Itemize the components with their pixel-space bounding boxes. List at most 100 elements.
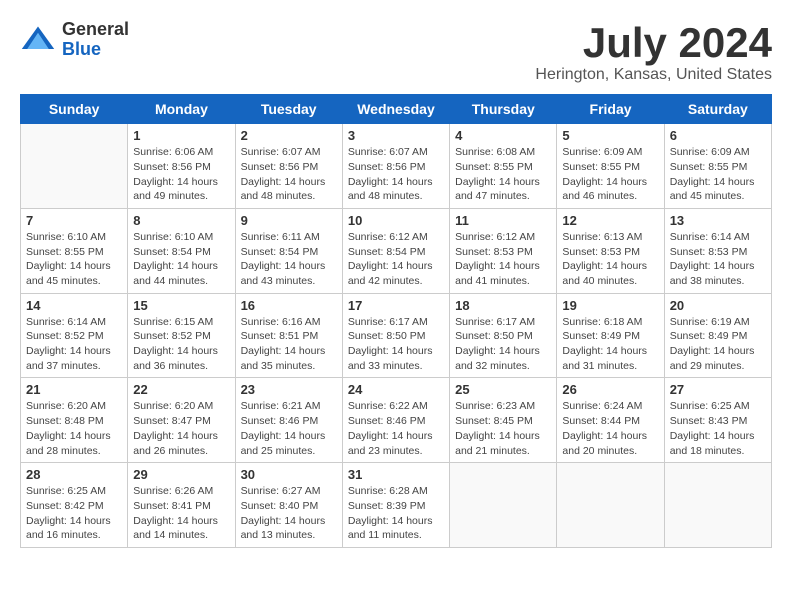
weekday-header-sunday: Sunday <box>21 95 128 124</box>
cell-info: Sunrise: 6:10 AMSunset: 8:55 PMDaylight:… <box>26 230 122 289</box>
cell-info: Sunrise: 6:22 AMSunset: 8:46 PMDaylight:… <box>348 399 444 458</box>
calendar-cell: 9Sunrise: 6:11 AMSunset: 8:54 PMDaylight… <box>235 208 342 293</box>
calendar-cell: 26 Sunrise: 6:24 AMSunset: 8:44 PMDayligh… <box>557 378 664 463</box>
calendar-cell: 11 Sunrise: 6:12 AMSunset: 8:53 PMDayligh… <box>450 208 557 293</box>
cell-info: Sunrise: 6:13 AMSunset: 8:53 PMDaylight:… <box>562 230 658 289</box>
weekday-header-tuesday: Tuesday <box>235 95 342 124</box>
calendar-cell: 7 Sunrise: 6:10 AMSunset: 8:55 PMDaylight… <box>21 208 128 293</box>
calendar-cell: 30 Sunrise: 6:27 AMSunset: 8:40 PMDayligh… <box>235 463 342 548</box>
cell-info: Sunrise: 6:18 AMSunset: 8:49 PMDaylight:… <box>562 315 658 374</box>
calendar-cell: 27 Sunrise: 6:25 AMSunset: 8:43 PMDayligh… <box>664 378 771 463</box>
day-number: 26 <box>562 382 658 397</box>
week-row-4: 21 Sunrise: 6:20 AMSunset: 8:48 PMDayligh… <box>21 378 772 463</box>
cell-info: Sunrise: 6:25 AMSunset: 8:42 PMDaylight:… <box>26 484 122 543</box>
main-title: July 2024 <box>535 20 772 66</box>
day-number: 16 <box>241 298 337 313</box>
cell-info: Sunrise: 6:19 AMSunset: 8:49 PMDaylight:… <box>670 315 766 374</box>
day-number: 11 <box>455 213 551 228</box>
cell-info: Sunrise: 6:27 AMSunset: 8:40 PMDaylight:… <box>241 484 337 543</box>
calendar-cell: 28 Sunrise: 6:25 AMSunset: 8:42 PMDayligh… <box>21 463 128 548</box>
cell-info: Sunrise: 6:25 AMSunset: 8:43 PMDaylight:… <box>670 399 766 458</box>
logo-text: General Blue <box>62 20 129 60</box>
day-number: 10 <box>348 213 444 228</box>
cell-info: Sunrise: 6:11 AMSunset: 8:54 PMDaylight:… <box>241 230 337 289</box>
calendar-cell: 21 Sunrise: 6:20 AMSunset: 8:48 PMDayligh… <box>21 378 128 463</box>
cell-info: Sunrise: 6:07 AMSunset: 8:56 PMDaylight:… <box>241 145 337 204</box>
day-number: 27 <box>670 382 766 397</box>
day-number: 22 <box>133 382 229 397</box>
calendar-cell <box>450 463 557 548</box>
calendar-cell: 2 Sunrise: 6:07 AMSunset: 8:56 PMDaylight… <box>235 124 342 209</box>
header: General Blue July 2024 Herington, Kansas… <box>20 20 772 84</box>
day-number: 8 <box>133 213 229 228</box>
day-number: 23 <box>241 382 337 397</box>
cell-info: Sunrise: 6:07 AMSunset: 8:56 PMDaylight:… <box>348 145 444 204</box>
cell-info: Sunrise: 6:17 AMSunset: 8:50 PMDaylight:… <box>348 315 444 374</box>
cell-info: Sunrise: 6:12 AMSunset: 8:54 PMDaylight:… <box>348 230 444 289</box>
day-number: 5 <box>562 128 658 143</box>
day-number: 20 <box>670 298 766 313</box>
day-number: 25 <box>455 382 551 397</box>
cell-info: Sunrise: 6:09 AMSunset: 8:55 PMDaylight:… <box>670 145 766 204</box>
day-number: 21 <box>26 382 122 397</box>
day-number: 7 <box>26 213 122 228</box>
cell-info: Sunrise: 6:12 AMSunset: 8:53 PMDaylight:… <box>455 230 551 289</box>
calendar-cell: 12 Sunrise: 6:13 AMSunset: 8:53 PMDayligh… <box>557 208 664 293</box>
logo: General Blue <box>20 20 129 60</box>
weekday-header-wednesday: Wednesday <box>342 95 449 124</box>
day-number: 2 <box>241 128 337 143</box>
week-row-3: 14Sunrise: 6:14 AMSunset: 8:52 PMDayligh… <box>21 293 772 378</box>
cell-info: Sunrise: 6:10 AMSunset: 8:54 PMDaylight:… <box>133 230 229 289</box>
cell-info: Sunrise: 6:20 AMSunset: 8:48 PMDaylight:… <box>26 399 122 458</box>
calendar-cell: 1 Sunrise: 6:06 AMSunset: 8:56 PMDaylight… <box>128 124 235 209</box>
weekday-header-monday: Monday <box>128 95 235 124</box>
calendar-cell: 18Sunrise: 6:17 AMSunset: 8:50 PMDayligh… <box>450 293 557 378</box>
calendar-cell: 24Sunrise: 6:22 AMSunset: 8:46 PMDayligh… <box>342 378 449 463</box>
cell-info: Sunrise: 6:09 AMSunset: 8:55 PMDaylight:… <box>562 145 658 204</box>
logo-blue: Blue <box>62 40 129 60</box>
day-number: 12 <box>562 213 658 228</box>
cell-info: Sunrise: 6:08 AMSunset: 8:55 PMDaylight:… <box>455 145 551 204</box>
calendar-cell: 22 Sunrise: 6:20 AMSunset: 8:47 PMDayligh… <box>128 378 235 463</box>
day-number: 18 <box>455 298 551 313</box>
day-number: 29 <box>133 467 229 482</box>
calendar-cell: 19 Sunrise: 6:18 AMSunset: 8:49 PMDayligh… <box>557 293 664 378</box>
weekday-header-row: SundayMondayTuesdayWednesdayThursdayFrid… <box>21 95 772 124</box>
calendar-cell: 29 Sunrise: 6:26 AMSunset: 8:41 PMDayligh… <box>128 463 235 548</box>
day-number: 14 <box>26 298 122 313</box>
cell-info: Sunrise: 6:26 AMSunset: 8:41 PMDaylight:… <box>133 484 229 543</box>
day-number: 1 <box>133 128 229 143</box>
calendar-cell: 6Sunrise: 6:09 AMSunset: 8:55 PMDaylight… <box>664 124 771 209</box>
calendar-cell: 31Sunrise: 6:28 AMSunset: 8:39 PMDayligh… <box>342 463 449 548</box>
cell-info: Sunrise: 6:21 AMSunset: 8:46 PMDaylight:… <box>241 399 337 458</box>
calendar-cell: 8 Sunrise: 6:10 AMSunset: 8:54 PMDaylight… <box>128 208 235 293</box>
cell-info: Sunrise: 6:20 AMSunset: 8:47 PMDaylight:… <box>133 399 229 458</box>
calendar-cell: 4 Sunrise: 6:08 AMSunset: 8:55 PMDaylight… <box>450 124 557 209</box>
cell-info: Sunrise: 6:23 AMSunset: 8:45 PMDaylight:… <box>455 399 551 458</box>
calendar-cell: 10 Sunrise: 6:12 AMSunset: 8:54 PMDayligh… <box>342 208 449 293</box>
day-number: 15 <box>133 298 229 313</box>
calendar: SundayMondayTuesdayWednesdayThursdayFrid… <box>20 94 772 548</box>
calendar-cell: 17Sunrise: 6:17 AMSunset: 8:50 PMDayligh… <box>342 293 449 378</box>
cell-info: Sunrise: 6:06 AMSunset: 8:56 PMDaylight:… <box>133 145 229 204</box>
weekday-header-friday: Friday <box>557 95 664 124</box>
day-number: 19 <box>562 298 658 313</box>
cell-info: Sunrise: 6:28 AMSunset: 8:39 PMDaylight:… <box>348 484 444 543</box>
calendar-cell <box>557 463 664 548</box>
calendar-cell <box>664 463 771 548</box>
calendar-cell: 25 Sunrise: 6:23 AMSunset: 8:45 PMDayligh… <box>450 378 557 463</box>
day-number: 28 <box>26 467 122 482</box>
title-area: July 2024 Herington, Kansas, United Stat… <box>535 20 772 84</box>
weekday-header-saturday: Saturday <box>664 95 771 124</box>
cell-info: Sunrise: 6:24 AMSunset: 8:44 PMDaylight:… <box>562 399 658 458</box>
calendar-cell: 20 Sunrise: 6:19 AMSunset: 8:49 PMDayligh… <box>664 293 771 378</box>
day-number: 30 <box>241 467 337 482</box>
day-number: 3 <box>348 128 444 143</box>
calendar-cell: 23 Sunrise: 6:21 AMSunset: 8:46 PMDayligh… <box>235 378 342 463</box>
week-row-2: 7 Sunrise: 6:10 AMSunset: 8:55 PMDaylight… <box>21 208 772 293</box>
cell-info: Sunrise: 6:16 AMSunset: 8:51 PMDaylight:… <box>241 315 337 374</box>
day-number: 4 <box>455 128 551 143</box>
calendar-cell: 16 Sunrise: 6:16 AMSunset: 8:51 PMDayligh… <box>235 293 342 378</box>
week-row-1: 1 Sunrise: 6:06 AMSunset: 8:56 PMDaylight… <box>21 124 772 209</box>
day-number: 13 <box>670 213 766 228</box>
